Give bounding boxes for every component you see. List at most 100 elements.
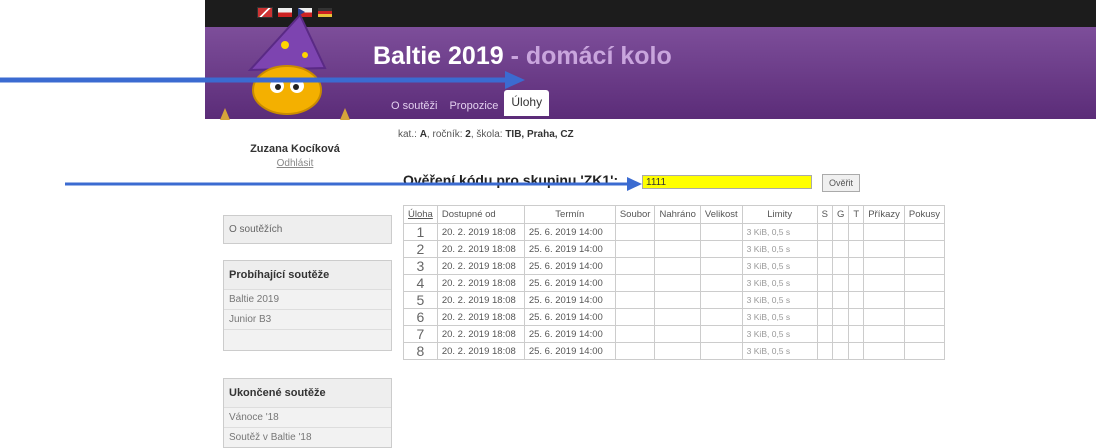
cell-file [614,257,656,275]
cell-g [832,308,850,326]
cell-task-number[interactable]: 2 [403,240,438,258]
user-panel: Zuzana Kocíková Odhlásit [205,143,385,169]
col-uloha[interactable]: Úloha [403,205,438,224]
cell-attempts [903,274,946,292]
cell-size [699,274,743,292]
sidebar-finished: Ukončené soutěže Vánoce '18 Soutěž v Bal… [223,378,392,448]
cell-file [614,325,656,343]
cell-size [699,291,743,309]
table-row: 6 20. 2. 2019 18:08 25. 6. 2019 14:00 3 KiB… [403,308,946,326]
cell-size [699,223,743,241]
cell-limits: 3 KiB, 0,5 s [741,240,818,258]
cell-file [614,291,656,309]
cell-attempts [903,342,946,360]
cell-attempts [903,291,946,309]
cell-g [832,325,850,343]
cell-attempts [903,308,946,326]
arrow-to-tab [0,71,525,89]
table-row: 8 20. 2. 2019 18:08 25. 6. 2019 14:00 3 KiB… [403,342,946,360]
col-pokusy: Pokusy [903,205,946,224]
table-row: 7 20. 2. 2019 18:08 25. 6. 2019 14:00 3 KiB… [403,325,946,343]
cell-deadline: 25. 6. 2019 14:00 [523,291,616,309]
cell-t [848,257,865,275]
table-row: 5 20. 2. 2019 18:08 25. 6. 2019 14:00 3 KiB… [403,291,946,309]
cell-limits: 3 KiB, 0,5 s [741,342,818,360]
sidebar-about[interactable]: O soutěžích [223,215,392,244]
cell-size [699,257,743,275]
table-row: 4 20. 2. 2019 18:08 25. 6. 2019 14:00 3 KiB… [403,274,946,292]
tasks-table: Úloha Dostupné od Termín Soubor Nahráno … [403,205,946,360]
cell-t [848,308,865,326]
col-limity: Limity [741,205,818,224]
col-t: T [848,205,865,224]
cell-task-number[interactable]: 8 [403,342,438,360]
col-s: S [816,205,834,224]
cell-task-number[interactable]: 4 [403,274,438,292]
col-velikost: Velikost [699,205,743,224]
cell-deadline: 25. 6. 2019 14:00 [523,223,616,241]
sidebar-item-vanoce-18[interactable]: Vánoce '18 [224,407,391,427]
tab-o-soutezi[interactable]: O soutěži [385,96,443,116]
cell-size [699,308,743,326]
cell-uploaded [654,257,701,275]
col-prikazy: Příkazy [863,205,905,224]
sidebar-finished-heading: Ukončené soutěže [229,387,326,399]
sidebar-item-baltie-2019[interactable]: Baltie 2019 [224,289,391,309]
cell-task-number[interactable]: 3 [403,257,438,275]
table-row: 3 20. 2. 2019 18:08 25. 6. 2019 14:00 3 KiB… [403,257,946,275]
code-input[interactable] [642,175,812,189]
cell-g [832,342,850,360]
cell-t [848,274,865,292]
cell-available-from: 20. 2. 2019 18:08 [436,291,525,309]
sidebar-item-soutez-baltie-18[interactable]: Soutěž v Baltie '18 [224,427,391,447]
cell-available-from: 20. 2. 2019 18:08 [436,223,525,241]
table-row: 1 20. 2. 2019 18:08 25. 6. 2019 14:00 3 KiB… [403,223,946,241]
cell-uploaded [654,223,701,241]
cell-available-from: 20. 2. 2019 18:08 [436,274,525,292]
cell-s [816,342,834,360]
cell-commands [863,308,905,326]
cell-s [816,274,834,292]
cell-limits: 3 KiB, 0,5 s [741,308,818,326]
cell-file [614,308,656,326]
col-dostupne-od: Dostupné od [436,205,525,224]
sidebar-item-junior-b3[interactable]: Junior B3 [224,309,391,329]
col-soubor: Soubor [614,205,656,224]
table-header-row: Úloha Dostupné od Termín Soubor Nahráno … [403,205,946,224]
cell-s [816,257,834,275]
cell-task-number[interactable]: 7 [403,325,438,343]
sidebar-running-heading: Probíhající soutěže [229,269,330,281]
logout-link[interactable]: Odhlásit [205,158,385,169]
cell-g [832,223,850,241]
cell-t [848,223,865,241]
cell-attempts [903,223,946,241]
cell-attempts [903,240,946,258]
cell-t [848,325,865,343]
cell-task-number[interactable]: 5 [403,291,438,309]
cell-task-number[interactable]: 1 [403,223,438,241]
cell-limits: 3 KiB, 0,5 s [741,291,818,309]
arrow-to-input [65,177,642,191]
cell-size [699,240,743,258]
cell-g [832,257,850,275]
sidebar-running: Probíhající soutěže Baltie 2019 Junior B… [223,260,392,351]
tab-propozice[interactable]: Propozice [443,96,504,116]
cell-commands [863,274,905,292]
cell-s [816,325,834,343]
cell-deadline: 25. 6. 2019 14:00 [523,308,616,326]
cell-uploaded [654,274,701,292]
cell-limits: 3 KiB, 0,5 s [741,257,818,275]
cell-g [832,291,850,309]
cell-task-number[interactable]: 6 [403,308,438,326]
cell-s [816,223,834,241]
cell-deadline: 25. 6. 2019 14:00 [523,274,616,292]
cell-t [848,342,865,360]
cell-file [614,240,656,258]
cell-size [699,325,743,343]
sidebar-item-about[interactable]: O soutěžích [224,216,391,243]
sidebar-spacer [224,329,391,350]
cell-limits: 3 KiB, 0,5 s [741,223,818,241]
cell-commands [863,240,905,258]
cell-commands [863,325,905,343]
verify-button[interactable]: Ověřit [822,174,861,192]
